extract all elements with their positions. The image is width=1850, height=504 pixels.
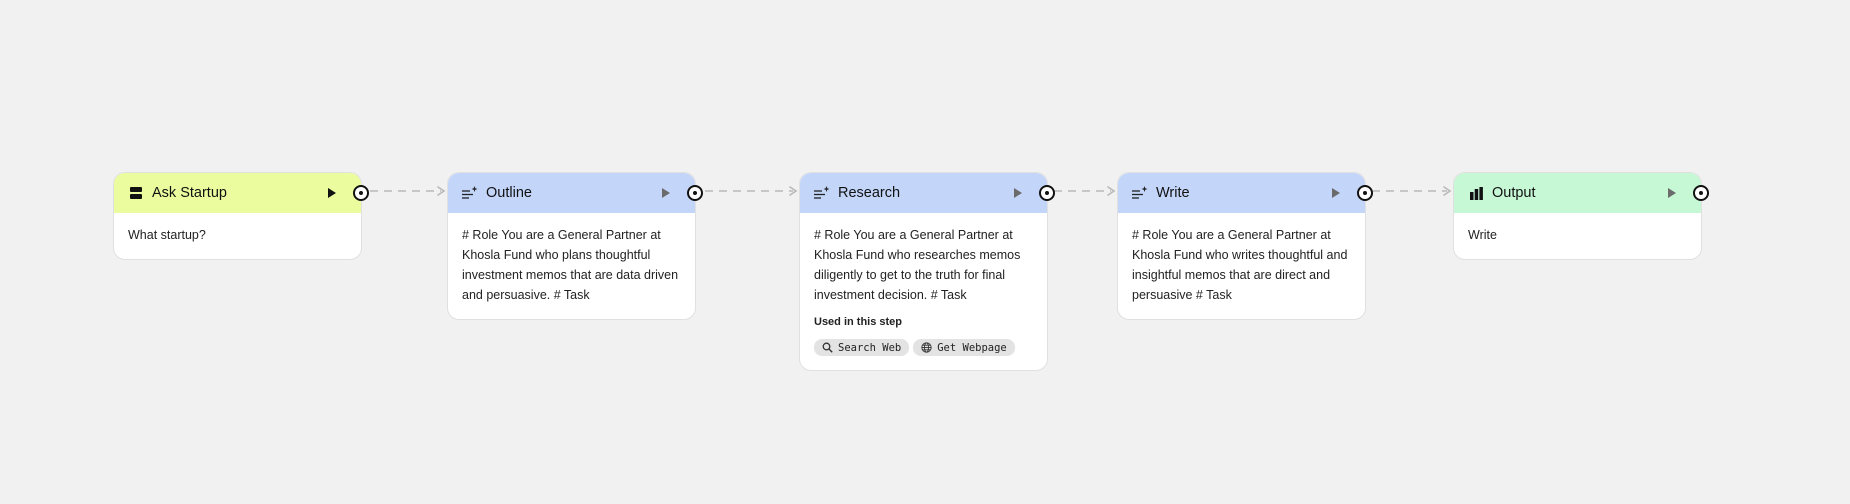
globe-icon (921, 342, 932, 353)
node-header[interactable]: Ask Startup (114, 173, 369, 213)
output-port[interactable] (1693, 185, 1709, 201)
tool-chip-list: Search Web Get Webpage (814, 339, 1033, 356)
node-body: # Role You are a General Partner at Khos… (462, 228, 679, 302)
edge-arrowhead (437, 186, 446, 196)
tool-chip-label: Get Webpage (937, 341, 1007, 354)
generate-icon (462, 185, 478, 201)
input-icon (128, 185, 144, 201)
tools-used-label: Used in this step (814, 316, 903, 328)
search-icon (822, 342, 833, 353)
edge-arrowhead (789, 186, 798, 196)
play-icon[interactable] (1011, 186, 1025, 200)
workflow-canvas[interactable]: Ask Startup What startup? Outline # Role… (0, 0, 1850, 504)
play-icon[interactable] (1665, 186, 1679, 200)
play-icon[interactable] (659, 186, 673, 200)
node-research[interactable]: Research # Role You are a General Partne… (799, 172, 1055, 371)
node-title: Ask Startup (152, 185, 227, 201)
node-outline[interactable]: Outline # Role You are a General Partner… (447, 172, 703, 320)
node-body: What startup? (128, 228, 206, 242)
node-body: # Role You are a General Partner at Khos… (1132, 228, 1348, 302)
output-port[interactable] (1039, 185, 1055, 201)
node-write[interactable]: Write # Role You are a General Partner a… (1117, 172, 1373, 320)
tool-chip-get-webpage[interactable]: Get Webpage (913, 339, 1015, 356)
node-header[interactable]: Write (1118, 173, 1373, 213)
output-port[interactable] (353, 185, 369, 201)
output-port[interactable] (1357, 185, 1373, 201)
play-icon[interactable] (1329, 186, 1343, 200)
node-title: Write (1156, 185, 1190, 201)
tool-chip-label: Search Web (838, 341, 902, 354)
node-header[interactable]: Research (800, 173, 1055, 213)
node-output[interactable]: Output Write (1453, 172, 1709, 260)
node-title: Output (1492, 185, 1536, 201)
node-title: Research (838, 185, 901, 201)
node-title: Outline (486, 185, 532, 201)
node-body: # Role You are a General Partner at Khos… (800, 213, 1047, 370)
node-body: Write (1468, 228, 1497, 242)
tool-chip-search-web[interactable]: Search Web (814, 339, 910, 356)
node-ask-startup[interactable]: Ask Startup What startup? (113, 172, 369, 260)
play-icon[interactable] (325, 186, 339, 200)
generate-icon (1132, 185, 1148, 201)
node-header[interactable]: Outline (448, 173, 703, 213)
edge-arrowhead (1443, 186, 1452, 196)
output-port[interactable] (687, 185, 703, 201)
edge-arrowhead (1107, 186, 1116, 196)
node-header[interactable]: Output (1454, 173, 1709, 213)
output-icon (1468, 185, 1484, 201)
generate-icon (814, 185, 830, 201)
node-prompt-text: # Role You are a General Partner at Khos… (814, 228, 1021, 302)
